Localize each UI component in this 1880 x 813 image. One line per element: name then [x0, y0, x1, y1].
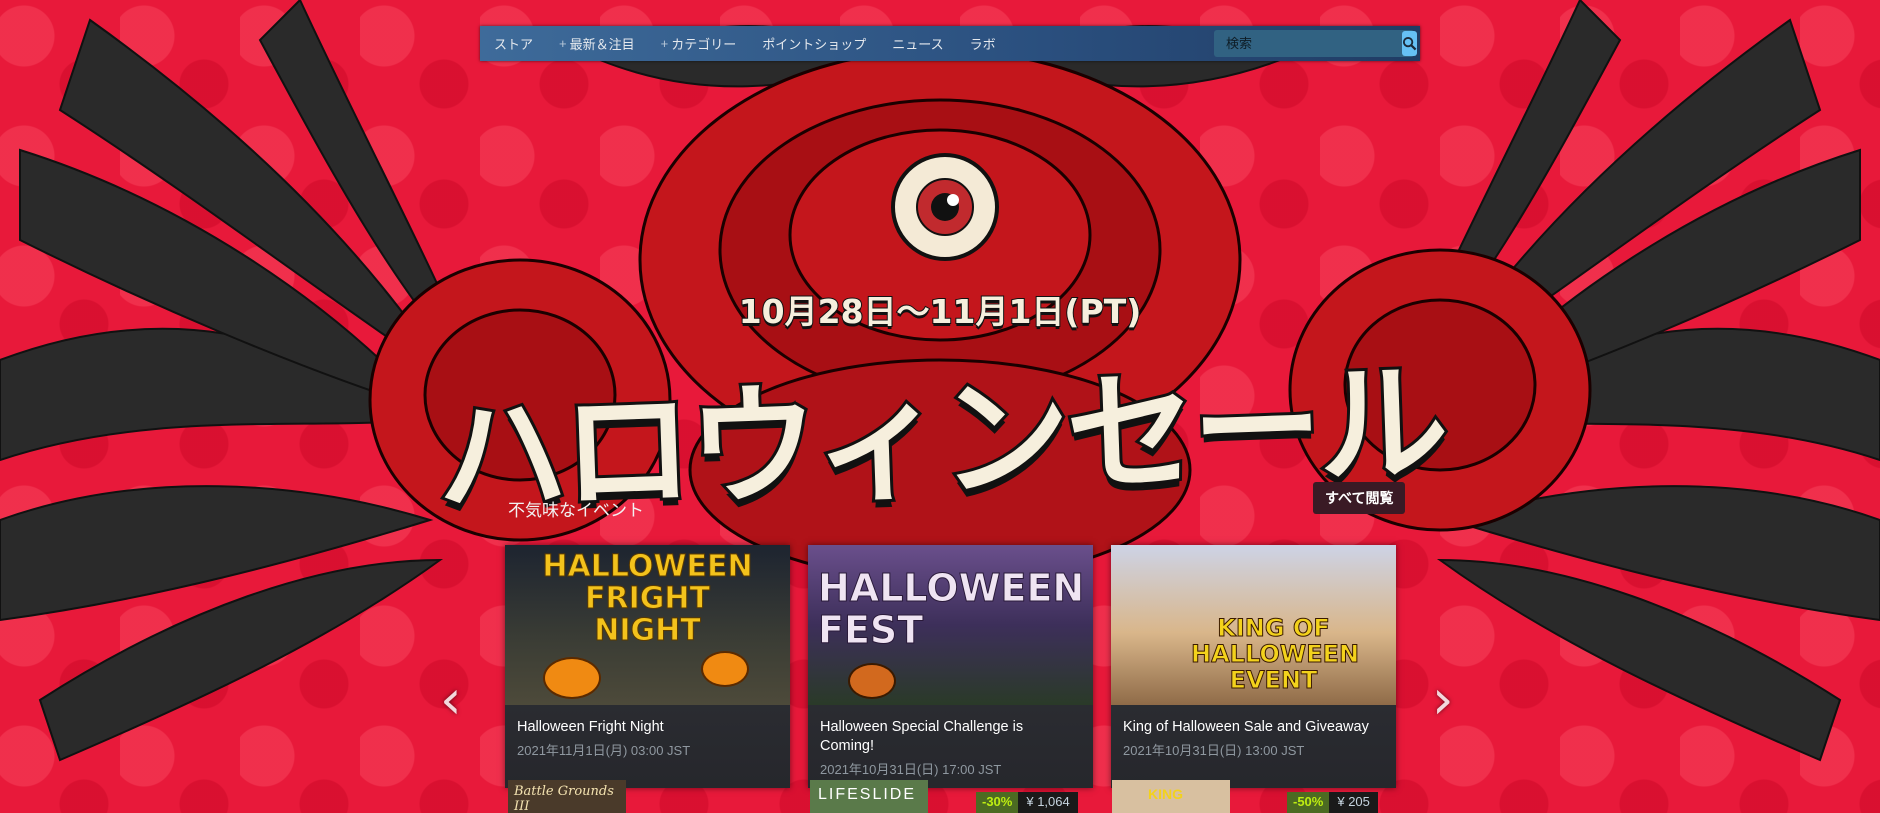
events-section-label: 不気味なイベント: [508, 501, 644, 520]
event-date: 2021年11月1日(月) 03:00 JST: [517, 743, 691, 758]
events-carousel: HALLOWEEN FRIGHT NIGHT Halloween Fright …: [505, 545, 1396, 790]
event-date: 2021年10月31日(日) 13:00 JST: [1123, 743, 1305, 758]
event-card[interactable]: KING OF HALLOWEEN EVENT King of Hallowee…: [1111, 545, 1396, 788]
nav-item-news[interactable]: ニュース: [892, 34, 943, 53]
search-input[interactable]: [1214, 30, 1402, 57]
discount-badge: -30%: [976, 792, 1019, 813]
search-button[interactable]: [1402, 31, 1417, 56]
event-title: Halloween Special Challenge is Coming!: [820, 719, 1024, 754]
carousel-prev-button[interactable]: ‹: [440, 668, 462, 731]
game-capsule[interactable]: Battle Grounds III: [508, 780, 626, 813]
plus-icon: +: [660, 36, 669, 51]
price-tag[interactable]: -50% ¥ 205: [1287, 792, 1378, 813]
event-title: Halloween Fright Night: [517, 719, 664, 735]
discount-badge: -50%: [1287, 792, 1330, 813]
event-thumbnail: KING OF HALLOWEEN EVENT: [1111, 545, 1396, 705]
nav-item-points-shop[interactable]: ポイントショップ: [762, 34, 866, 53]
price-tag[interactable]: -30% ¥ 1,064: [976, 792, 1078, 813]
nav-item-store[interactable]: ストア: [494, 34, 533, 53]
price-label: ¥ 205: [1329, 792, 1378, 813]
event-thumbnail: HALLOWEEN FRIGHT NIGHT: [505, 545, 790, 705]
price-label: ¥ 1,064: [1018, 792, 1078, 813]
game-capsule[interactable]: LIFESLIDE: [810, 780, 928, 813]
search-box: [1214, 30, 1417, 57]
event-title: King of Halloween Sale and Giveaway: [1123, 719, 1369, 735]
game-capsule[interactable]: KING: [1112, 780, 1230, 813]
event-card[interactable]: HALLOWEEN FRIGHT NIGHT Halloween Fright …: [505, 545, 790, 788]
event-thumbnail: HALLOWEEN FEST: [808, 545, 1093, 705]
nav-item-labs[interactable]: ラボ: [970, 34, 996, 53]
see-all-button[interactable]: すべて閲覧: [1313, 482, 1406, 514]
pumpkin-icon: [701, 651, 749, 687]
chevron-right-icon: ›: [1432, 668, 1454, 731]
chevron-left-icon: ‹: [440, 668, 462, 731]
search-icon: [1402, 36, 1417, 51]
pumpkin-icon: [543, 657, 601, 699]
plus-icon: +: [559, 36, 567, 51]
nav-item-new-noteworthy[interactable]: + 最新＆注目: [559, 34, 635, 53]
carousel-next-button[interactable]: ›: [1432, 668, 1454, 731]
event-card[interactable]: HALLOWEEN FEST Halloween Special Challen…: [808, 545, 1093, 788]
pumpkin-icon: [848, 663, 896, 699]
event-date: 2021年10月31日(日) 17:00 JST: [820, 762, 1002, 777]
store-nav-bar: ストア + 最新＆注目 + カテゴリー ポイントショップ ニュース ラボ: [480, 26, 1420, 61]
nav-item-categories[interactable]: + カテゴリー: [661, 34, 737, 53]
